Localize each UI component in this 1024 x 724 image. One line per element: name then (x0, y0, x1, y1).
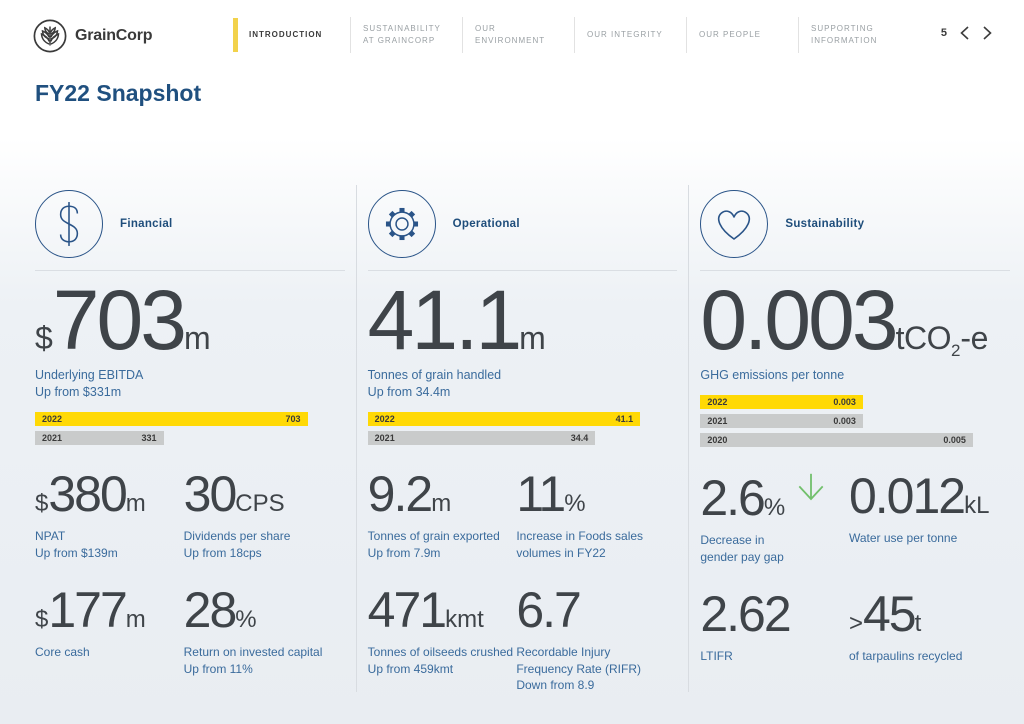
ebitda-hero-stat: $703m Underlying EBITDA Up from $331m 20… (35, 278, 345, 446)
nav-item-our-integrity[interactable]: OUR INTEGRITY (574, 17, 686, 53)
hero-suffix-subscript: 2 (950, 341, 961, 360)
active-tab-indicator (233, 18, 238, 52)
financial-column: Financial $703m Underlying EBITDA Up fro… (35, 185, 345, 692)
hero-value: 0.003 (700, 273, 898, 367)
graincorp-logo: GrainCorp (33, 19, 153, 53)
previous-page-chevron-icon[interactable] (958, 25, 970, 41)
dollar-icon (35, 190, 103, 258)
hero-label: GHG emissions per tonne (700, 368, 845, 383)
ltifr-stat: 2.62 LTIFR (700, 586, 791, 664)
page-navigation: 5 (941, 25, 993, 41)
gear-icon (367, 190, 436, 258)
wheat-icon (33, 19, 67, 53)
currency-prefix: $ (35, 320, 53, 356)
nav-item-our-people[interactable]: OUR PEOPLE (686, 17, 798, 53)
dividends-stat: 30CPS Dividends per share Up from 18cps (183, 466, 291, 560)
hero-suffix: m (183, 320, 211, 356)
bar-2021: 2021 34.4 (367, 431, 596, 446)
top-nav-bar: GrainCorp INTRODUCTION SUSTAINABILITY AT… (0, 0, 1024, 70)
section-nav: INTRODUCTION SUSTAINABILITY AT GRAINCORP… (233, 17, 910, 53)
bar-2022: 2022 703 (35, 412, 308, 427)
nav-item-our-environment[interactable]: OUR ENVIRONMENT (462, 17, 574, 53)
hero-value: 703 (52, 273, 187, 367)
column-title: Sustainability (785, 218, 865, 230)
column-title: Financial (120, 218, 173, 230)
sustainability-header: Sustainability (700, 185, 1011, 271)
hero-suffix-tail: -e (960, 320, 988, 356)
decrease-arrow-icon (793, 471, 829, 509)
page-title: FY22 Snapshot (35, 80, 202, 106)
gender-pay-gap-stat: 2.6% Decrease in gender pay gap (700, 471, 849, 565)
bar-2021: 2021 0.003 (700, 414, 863, 429)
hero-suffix: m (519, 320, 546, 356)
nav-item-introduction[interactable]: INTRODUCTION (233, 17, 350, 53)
next-page-chevron-icon[interactable] (981, 25, 993, 41)
hero-value: 41.1 (367, 273, 522, 367)
ghg-bar-chart: 2022 0.003 2021 0.003 2020 0.005 (700, 395, 1010, 448)
roic-stat: 28% Return on invested capital Up from 1… (183, 582, 323, 676)
water-use-stat: 0.012kL Water use per tonne (848, 468, 990, 546)
operational-column: Operational 41.1m Tonnes of grain handle… (355, 185, 678, 693)
grain-handled-bar-chart: 2022 41.1 2021 34.4 (367, 412, 678, 446)
bar-2021: 2021 331 (35, 431, 164, 446)
snapshot-columns: Financial $703m Underlying EBITDA Up fro… (35, 185, 1011, 693)
page-number: 5 (940, 27, 947, 39)
report-page: GrainCorp INTRODUCTION SUSTAINABILITY AT… (0, 0, 1024, 724)
grain-handled-hero-stat: 41.1m Tonnes of grain handled Up from 34… (367, 278, 678, 446)
hero-label: Underlying EBITDA Up from $331m (35, 368, 144, 400)
operational-header: Operational (367, 185, 678, 271)
nav-item-sustainability-at-graincorp[interactable]: SUSTAINABILITY AT GRAINCORP (350, 17, 462, 53)
brand-name: GrainCorp (75, 27, 153, 44)
column-title: Operational (452, 218, 520, 230)
core-cash-stat: $177m Core cash (35, 582, 146, 660)
heart-icon (700, 190, 769, 258)
tarpaulins-stat: >45t of tarpaulins recycled (848, 586, 963, 664)
rifr-stat: 6.7 Recordable Injury Frequency Rate (RI… (516, 582, 642, 693)
grain-exported-stat: 9.2m Tonnes of grain exported Up from 7.… (367, 466, 500, 560)
ghg-emissions-hero-stat: 0.003tCO2-e GHG emissions per tonne 2022… (700, 278, 1010, 448)
npat-stat: $380m NPAT Up from $139m (35, 466, 146, 560)
ebitda-bar-chart: 2022 703 2021 331 (35, 412, 345, 446)
financial-header: Financial (35, 185, 345, 271)
sustainability-column: Sustainability 0.003tCO2-e GHG emissions… (688, 185, 1011, 692)
hero-suffix: tCO (895, 320, 952, 356)
bar-2022: 2022 0.003 (700, 395, 863, 410)
nav-item-supporting-information[interactable]: SUPPORTING INFORMATION (798, 17, 910, 53)
oilseeds-crushed-stat: 471kmt Tonnes of oilseeds crushed Up fro… (367, 582, 514, 676)
foods-sales-stat: 11% Increase in Foods sales volumes in F… (516, 466, 644, 560)
bar-2020: 2020 0.005 (700, 433, 973, 448)
hero-label: Tonnes of grain handled Up from 34.4m (367, 368, 502, 400)
bar-2022: 2022 41.1 (367, 412, 641, 427)
